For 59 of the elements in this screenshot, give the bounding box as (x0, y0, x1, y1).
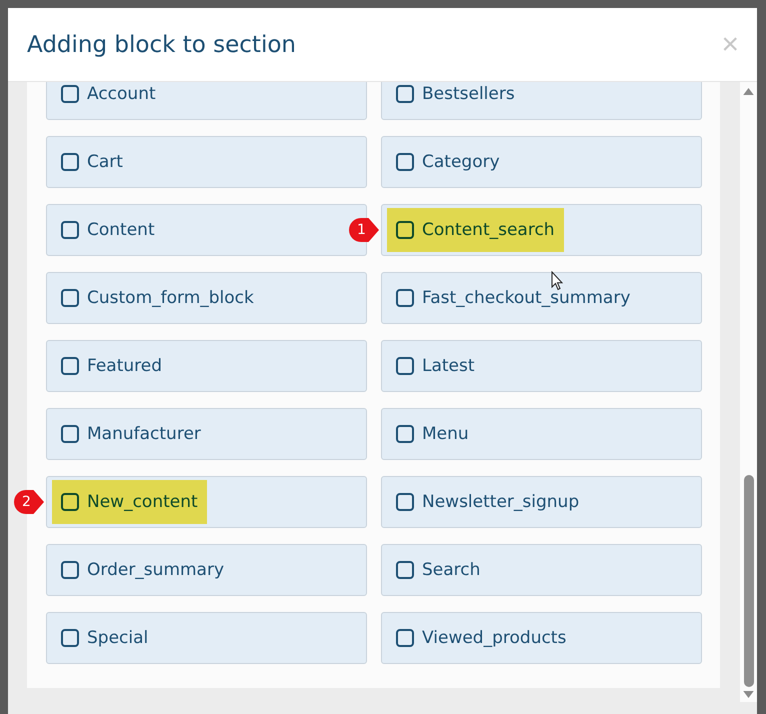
block-label: Featured (87, 356, 162, 376)
block-label: Viewed_products (422, 628, 566, 648)
checkbox[interactable] (61, 493, 79, 511)
block-option[interactable]: Latest (381, 340, 702, 392)
block-label: Fast_checkout_summary (422, 288, 630, 308)
checkbox[interactable] (396, 357, 414, 375)
checkbox[interactable] (396, 221, 414, 239)
block-label: Special (87, 628, 148, 648)
block-option[interactable]: Viewed_products (381, 612, 702, 664)
block-label: Content (87, 220, 155, 240)
block-label: Latest (422, 356, 475, 376)
scrollbar[interactable] (740, 82, 757, 702)
checkbox[interactable] (396, 153, 414, 171)
mouse-pointer-icon (551, 271, 563, 291)
block-label: Newsletter_signup (422, 492, 580, 512)
block-option[interactable]: Cart (46, 136, 367, 188)
block-option[interactable]: Account (46, 82, 367, 120)
step-marker: 1 (349, 218, 379, 242)
checkbox[interactable] (396, 493, 414, 511)
checkbox[interactable] (61, 221, 79, 239)
block-option[interactable]: Fast_checkout_summary (381, 272, 702, 324)
block-label: Cart (87, 152, 123, 172)
block-label: New_content (87, 492, 198, 512)
block-label: Account (87, 84, 156, 104)
checkbox[interactable] (396, 425, 414, 443)
checkbox[interactable] (61, 629, 79, 647)
block-label: Menu (422, 424, 469, 444)
checkbox[interactable] (61, 289, 79, 307)
checkbox[interactable] (61, 425, 79, 443)
checkbox[interactable] (61, 357, 79, 375)
checkbox[interactable] (396, 561, 414, 579)
block-option[interactable]: Bestsellers (381, 82, 702, 120)
block-label: Order_summary (87, 560, 224, 580)
checkbox[interactable] (396, 85, 414, 103)
scroll-up-icon[interactable] (743, 88, 754, 95)
block-label: Bestsellers (422, 84, 515, 104)
block-option[interactable]: Category (381, 136, 702, 188)
block-option[interactable]: Manufacturer (46, 408, 367, 460)
scroll-down-icon[interactable] (743, 691, 754, 698)
block-option[interactable]: Special (46, 612, 367, 664)
block-option[interactable]: Newsletter_signup (381, 476, 702, 528)
block-option[interactable]: Custom_form_block (46, 272, 367, 324)
step-marker: 2 (14, 490, 44, 514)
block-option[interactable]: Featured (46, 340, 367, 392)
scroll-thumb[interactable] (744, 475, 754, 687)
block-label: Custom_form_block (87, 288, 254, 308)
block-option[interactable]: Order_summary (46, 544, 367, 596)
block-label: Search (422, 560, 480, 580)
checkbox[interactable] (61, 85, 79, 103)
block-option[interactable]: Search (381, 544, 702, 596)
block-label: Manufacturer (87, 424, 201, 444)
block-label: Content_search (422, 220, 555, 240)
block-label: Category (422, 152, 500, 172)
dialog-title: Adding block to section (27, 32, 296, 58)
checkbox[interactable] (396, 629, 414, 647)
checkbox[interactable] (396, 289, 414, 307)
checkbox[interactable] (61, 561, 79, 579)
checkbox[interactable] (61, 153, 79, 171)
block-option[interactable]: Menu (381, 408, 702, 460)
